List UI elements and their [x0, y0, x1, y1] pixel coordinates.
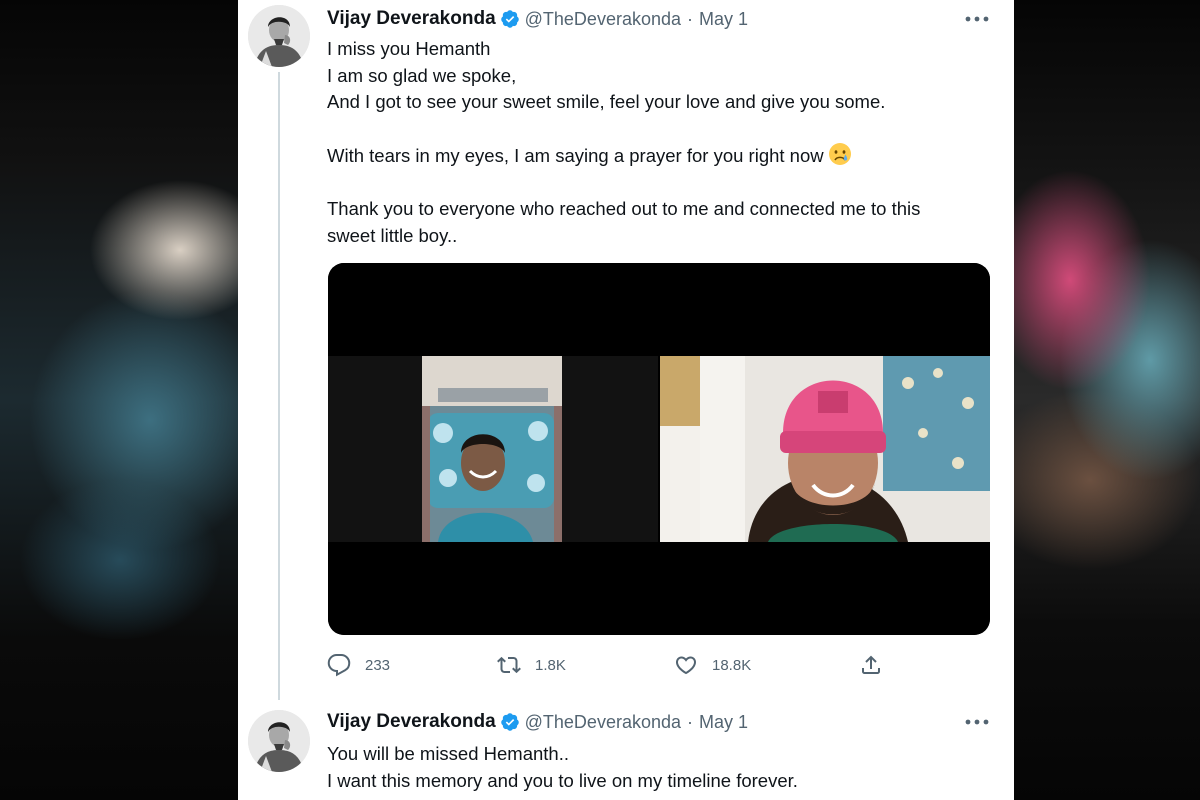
- like-button[interactable]: 18.8K: [674, 651, 751, 679]
- retweet-count: 1.8K: [535, 656, 566, 674]
- tweet-text: You will be missed Hemanth.. I want this…: [327, 741, 977, 794]
- tweet-header: Vijay Deverakonda @TheDeverakonda · May …: [327, 7, 748, 31]
- blurred-background-left: [0, 0, 240, 800]
- author-handle[interactable]: @TheDeverakonda: [525, 712, 681, 733]
- author-name[interactable]: Vijay Deverakonda: [327, 8, 496, 30]
- tweet-actions: 233 1.8K 18.8K: [327, 651, 927, 679]
- tweet-text-line: I want this memory and you to live on my…: [327, 769, 798, 791]
- more-options-icon[interactable]: [964, 13, 990, 25]
- tweet-2[interactable]: Vijay Deverakonda @TheDeverakonda · May …: [238, 700, 1014, 800]
- retweet-button[interactable]: 1.8K: [497, 651, 566, 679]
- tweet-text-line: And I got to see your sweet smile, feel …: [327, 91, 886, 112]
- reply-icon: [327, 654, 351, 677]
- video-panel-left: [422, 356, 562, 542]
- tweet-text-line: I am so glad we spoke,: [327, 64, 517, 86]
- tweet-text-line: You will be missed Hemanth..: [327, 743, 569, 764]
- reply-count: 233: [365, 656, 391, 674]
- separator-dot: ·: [687, 8, 693, 29]
- verified-badge-icon: [500, 10, 519, 28]
- thread-connector-line: [278, 72, 280, 700]
- author-avatar[interactable]: [248, 710, 310, 772]
- video-panel-right: [660, 356, 990, 542]
- tweet-text-line: With tears in my eyes, I am saying a pra…: [327, 145, 824, 166]
- more-options-icon[interactable]: [964, 716, 990, 728]
- tweet-header: Vijay Deverakonda @TheDeverakonda · May …: [327, 710, 748, 734]
- share-button[interactable]: [859, 651, 883, 679]
- separator-dot: ·: [687, 711, 693, 732]
- tweet-date[interactable]: May 1: [699, 712, 748, 733]
- share-icon: [862, 655, 880, 674]
- tweet-text: I miss you Hemanth I am so glad we spoke…: [327, 36, 977, 249]
- tweet-1[interactable]: Vijay Deverakonda @TheDeverakonda · May …: [238, 0, 1014, 700]
- author-avatar[interactable]: [248, 5, 310, 67]
- tweet-thread-card: Vijay Deverakonda @TheDeverakonda · May …: [238, 0, 1014, 800]
- tweet-text-line: Thank you to everyone who reached out to…: [327, 198, 921, 219]
- like-count: 18.8K: [712, 656, 752, 674]
- retweet-icon: [497, 656, 521, 674]
- reply-button[interactable]: 233: [327, 651, 390, 679]
- crying-face-icon: [828, 143, 851, 165]
- author-name[interactable]: Vijay Deverakonda: [327, 711, 496, 733]
- author-handle[interactable]: @TheDeverakonda: [525, 9, 681, 30]
- tweet-text-line-with-emoji: With tears in my eyes, I am saying a pra…: [327, 142, 977, 170]
- tweet-media-image[interactable]: [328, 263, 990, 635]
- like-icon: [675, 656, 697, 675]
- blurred-background-right: [1010, 0, 1200, 800]
- tweet-date[interactable]: May 1: [699, 9, 748, 30]
- tweet-text-line: sweet little boy..: [327, 224, 458, 246]
- verified-badge-icon: [500, 713, 519, 731]
- tweet-text-line: I miss you Hemanth: [327, 38, 491, 59]
